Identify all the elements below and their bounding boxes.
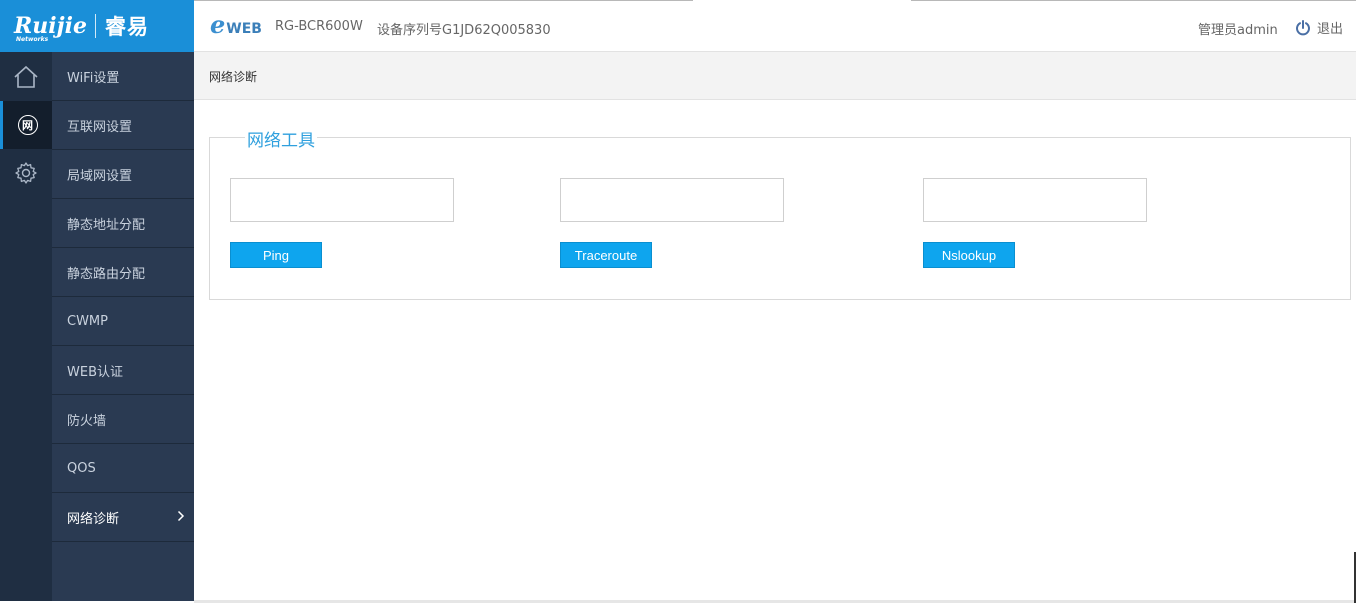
network-tools-legend: 网络工具 [245, 126, 317, 151]
network-nav-button[interactable]: 网 [0, 101, 52, 149]
admin-user-label[interactable]: 管理员admin [1198, 19, 1278, 38]
menu-item-qos[interactable]: QOS [52, 444, 194, 493]
menu-item-internet[interactable]: 互联网设置 [52, 101, 194, 150]
eweb-logo: e WEB [210, 10, 262, 39]
logout-button[interactable]: 退出 [1295, 18, 1343, 37]
page-title: 网络诊断 [209, 70, 258, 84]
menu-item-static-address[interactable]: 静态地址分配 [52, 199, 194, 248]
chevron-right-icon [177, 510, 185, 522]
logo-brand-en: Ruijie Networks [14, 13, 87, 43]
logo-separator [94, 14, 96, 38]
device-model: RG-BCR600W [275, 19, 363, 34]
home-icon [14, 65, 38, 88]
menu-item-static-route[interactable]: 静态路由分配 [52, 248, 194, 297]
gear-icon [15, 162, 37, 184]
ping-input[interactable] [230, 178, 454, 222]
logo-brand-sub: Networks [16, 36, 49, 43]
device-serial: 设备序列号G1JD62Q005830 [377, 23, 551, 38]
breadcrumb: 网络诊断 [194, 52, 1356, 100]
eweb-text: WEB [226, 21, 262, 37]
eweb-e: e [210, 10, 226, 39]
home-nav-button[interactable] [0, 53, 52, 101]
settings-nav-button[interactable] [0, 149, 52, 197]
menu-item-web-auth[interactable]: WEB认证 [52, 346, 194, 395]
traceroute-button[interactable]: Traceroute [560, 242, 652, 268]
header-top-divider-left [194, 0, 693, 1]
top-header: Ruijie Networks 睿易 e WEB RG-BCR600W 设备序列… [0, 0, 1356, 52]
nslookup-input[interactable] [923, 178, 1147, 222]
traceroute-input[interactable] [560, 178, 784, 222]
menu-item-network-diagnosis[interactable]: 网络诊断 [52, 493, 194, 542]
menu-item-cwmp[interactable]: CWMP [52, 297, 194, 346]
network-icon: 网 [17, 115, 38, 135]
nslookup-button[interactable]: Nslookup [923, 242, 1015, 268]
menu-item-wifi[interactable]: WiFi设置 [52, 52, 194, 101]
header-top-divider-right [911, 0, 1356, 1]
logo-brand-cn: 睿易 [104, 15, 149, 39]
menu-item-firewall[interactable]: 防火墙 [52, 395, 194, 444]
power-icon [1296, 19, 1310, 35]
ping-button[interactable]: Ping [230, 242, 322, 268]
icon-sidebar: 网 [0, 52, 52, 601]
menu-sidebar: WiFi设置 互联网设置 局域网设置 静态地址分配 静态路由分配 CWMP WE… [52, 52, 194, 601]
logout-label: 退出 [1317, 22, 1344, 37]
ruijie-logo: Ruijie Networks 睿易 [0, 0, 194, 52]
menu-item-lan[interactable]: 局域网设置 [52, 150, 194, 199]
